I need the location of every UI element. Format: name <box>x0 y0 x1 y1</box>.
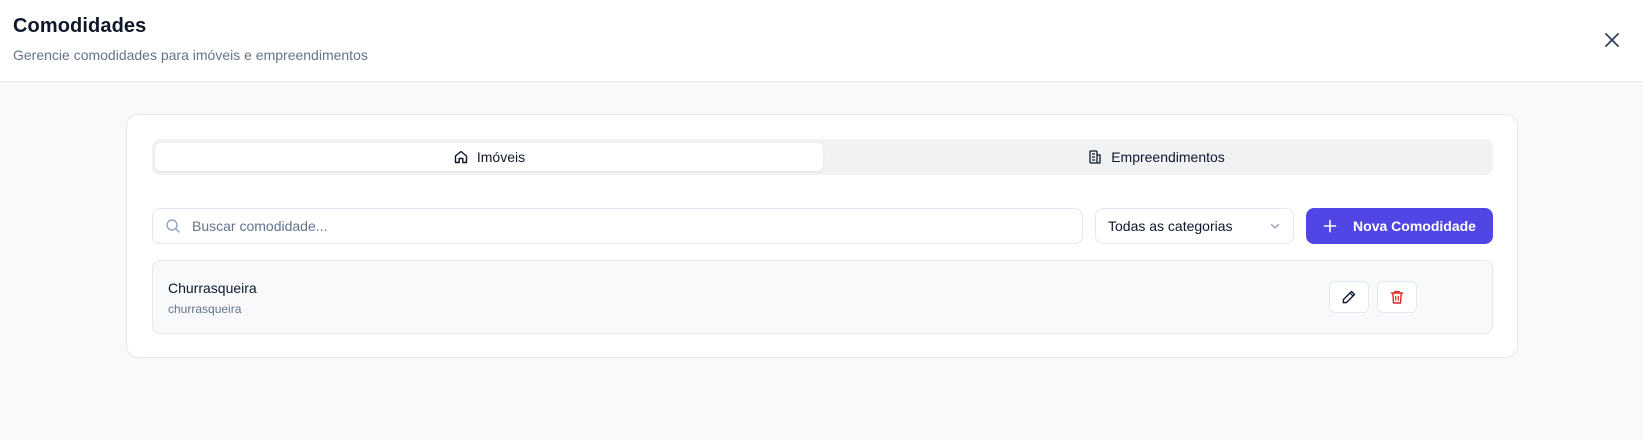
chevron-down-icon <box>1270 223 1280 229</box>
tab-empreendimentos[interactable]: Empreendimentos <box>822 143 1490 171</box>
edit-button[interactable] <box>1329 281 1369 313</box>
building-icon <box>1089 150 1101 164</box>
new-amenity-label: Nova Comodidade <box>1353 218 1476 234</box>
category-select-value: Todas as categorias <box>1108 218 1233 234</box>
search-field[interactable] <box>152 208 1083 244</box>
amenity-name: Churrasqueira <box>168 280 257 296</box>
close-icon <box>1605 33 1619 47</box>
home-icon <box>454 150 468 164</box>
page-title: Comodidades <box>13 15 147 37</box>
dialog-header: Comodidades Gerencie comodidades para im… <box>0 0 1643 82</box>
amenity-slug: churrasqueira <box>168 302 242 316</box>
category-select[interactable]: Todas as categorias <box>1095 208 1294 244</box>
tab-list: Imóveis Empreendimentos <box>152 139 1493 175</box>
page-subtitle: Gerencie comodidades para imóveis e empr… <box>13 47 368 63</box>
list-item: Churrasqueira churrasqueira <box>152 260 1493 334</box>
new-amenity-button[interactable]: Nova Comodidade <box>1306 208 1493 244</box>
tab-imoveis[interactable]: Imóveis <box>155 143 823 171</box>
pencil-icon <box>1342 290 1356 304</box>
trash-icon <box>1390 290 1404 304</box>
plus-icon <box>1323 219 1337 233</box>
search-input[interactable] <box>192 209 1072 243</box>
tab-empreendimentos-label: Empreendimentos <box>1111 149 1225 165</box>
amenities-card: Imóveis Empreendimentos Todas as categor… <box>126 114 1518 358</box>
search-icon <box>166 219 180 233</box>
delete-button[interactable] <box>1377 281 1417 313</box>
tab-imoveis-label: Imóveis <box>476 149 526 165</box>
close-button[interactable] <box>1600 28 1624 52</box>
